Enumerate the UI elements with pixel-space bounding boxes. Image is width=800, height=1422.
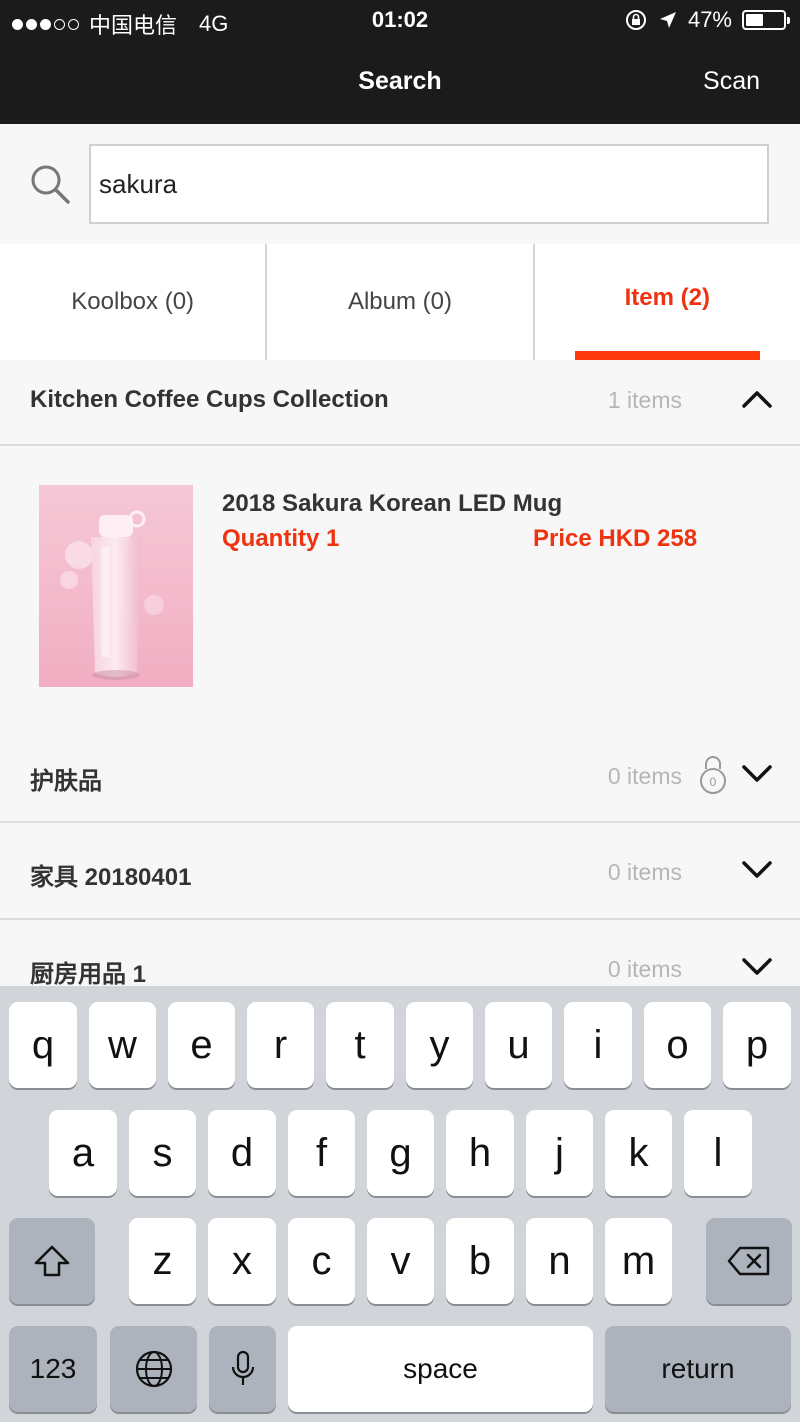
scan-button[interactable]: Scan: [703, 67, 760, 96]
backspace-icon: [727, 1246, 770, 1276]
key-v[interactable]: v: [367, 1218, 434, 1304]
key-r[interactable]: r: [247, 1002, 314, 1088]
status-right: 47%: [624, 7, 790, 33]
page-title: Search: [358, 67, 442, 95]
key-l[interactable]: l: [684, 1110, 752, 1196]
collection-name: 护肤品: [30, 768, 102, 795]
on-screen-keyboard: q w e r t y u i o p a s d f g h j k l z …: [0, 986, 800, 1422]
backspace-key[interactable]: [706, 1218, 792, 1304]
key-e[interactable]: e: [168, 1002, 235, 1088]
key-z[interactable]: z: [129, 1218, 196, 1304]
key-w[interactable]: w: [89, 1002, 156, 1088]
chevron-down-icon[interactable]: [740, 950, 774, 984]
key-i[interactable]: i: [564, 1002, 632, 1088]
collection-count: 1 items: [607, 387, 682, 413]
globe-key[interactable]: [110, 1326, 197, 1412]
tab-label: Koolbox (0): [71, 288, 195, 315]
status-bar: 中国电信 4G 01:02 47%: [0, 0, 800, 40]
microphone-key[interactable]: [209, 1326, 276, 1412]
key-a[interactable]: a: [49, 1110, 117, 1196]
key-d[interactable]: d: [208, 1110, 276, 1196]
chevron-up-icon[interactable]: [740, 382, 774, 416]
space-key[interactable]: space: [288, 1326, 593, 1412]
key-c[interactable]: c: [288, 1218, 355, 1304]
location-arrow-icon: [659, 12, 676, 28]
search-input[interactable]: [89, 144, 769, 224]
battery-percent: 47%: [687, 7, 732, 32]
result-tabs: Koolbox (0) Album (0) Item (2): [0, 244, 800, 360]
collection-count: 0 items: [607, 763, 682, 789]
key-m[interactable]: m: [605, 1218, 672, 1304]
shift-key[interactable]: [9, 1218, 95, 1304]
app-screen: 中国电信 4G 01:02 47% Search Scan sakura Koo…: [0, 0, 800, 1422]
item-title: 2018 Sakura Korean LED Mug: [222, 490, 563, 517]
active-tab-indicator: [574, 351, 760, 360]
key-g[interactable]: g: [367, 1110, 434, 1196]
nav-bar: Search Scan: [0, 40, 800, 124]
rotation-lock-icon: [625, 10, 646, 30]
collection-name: 厨房用品 1: [30, 961, 147, 988]
key-h[interactable]: h: [446, 1110, 514, 1196]
tab-album[interactable]: Album (0): [265, 244, 532, 360]
key-n[interactable]: n: [526, 1218, 593, 1304]
collection-name: 家具 20180401: [30, 864, 192, 891]
tab-koolbox[interactable]: Koolbox (0): [0, 244, 265, 360]
item-quantity: Quantity 1: [222, 525, 340, 552]
lock-icon: 0: [700, 756, 726, 794]
tab-label: Item (2): [624, 284, 710, 311]
key-y[interactable]: y: [406, 1002, 473, 1088]
key-x[interactable]: x: [208, 1218, 276, 1304]
search-bar: [0, 124, 800, 244]
shift-icon: [34, 1245, 70, 1277]
key-t[interactable]: t: [326, 1002, 394, 1088]
globe-icon: [135, 1350, 172, 1388]
chevron-down-icon[interactable]: [740, 853, 774, 887]
item-price: Price HKD 258: [533, 525, 698, 552]
key-f[interactable]: f: [288, 1110, 355, 1196]
item-card[interactable]: 2018 Sakura Korean LED Mug Quantity 1 Pr…: [0, 446, 800, 724]
item-thumbnail[interactable]: [39, 485, 193, 687]
collection-header[interactable]: 护肤品 0 items 0: [0, 727, 800, 823]
svg-text:0: 0: [710, 775, 717, 789]
numbers-key[interactable]: 123: [9, 1326, 97, 1412]
tab-label: Album (0): [347, 288, 452, 315]
key-p[interactable]: p: [723, 1002, 791, 1088]
key-q[interactable]: q: [9, 1002, 77, 1088]
key-o[interactable]: o: [644, 1002, 711, 1088]
key-j[interactable]: j: [526, 1110, 593, 1196]
chevron-down-icon[interactable]: [740, 757, 774, 791]
key-s[interactable]: s: [129, 1110, 196, 1196]
search-icon[interactable]: [28, 162, 72, 206]
collection-count: 0 items: [607, 956, 682, 982]
key-b[interactable]: b: [446, 1218, 514, 1304]
microphone-icon: [231, 1350, 254, 1385]
collection-header[interactable]: 家具 20180401 0 items: [0, 823, 800, 920]
battery-level-fill: [746, 14, 763, 26]
collection-name: Kitchen Coffee Cups Collection: [30, 386, 389, 413]
collection-header[interactable]: Kitchen Coffee Cups Collection 1 items: [0, 360, 800, 446]
return-key[interactable]: return: [605, 1326, 791, 1412]
battery-icon: [742, 10, 790, 30]
tab-item[interactable]: Item (2): [532, 244, 800, 360]
key-k[interactable]: k: [605, 1110, 672, 1196]
collection-count: 0 items: [607, 859, 682, 885]
key-u[interactable]: u: [485, 1002, 552, 1088]
